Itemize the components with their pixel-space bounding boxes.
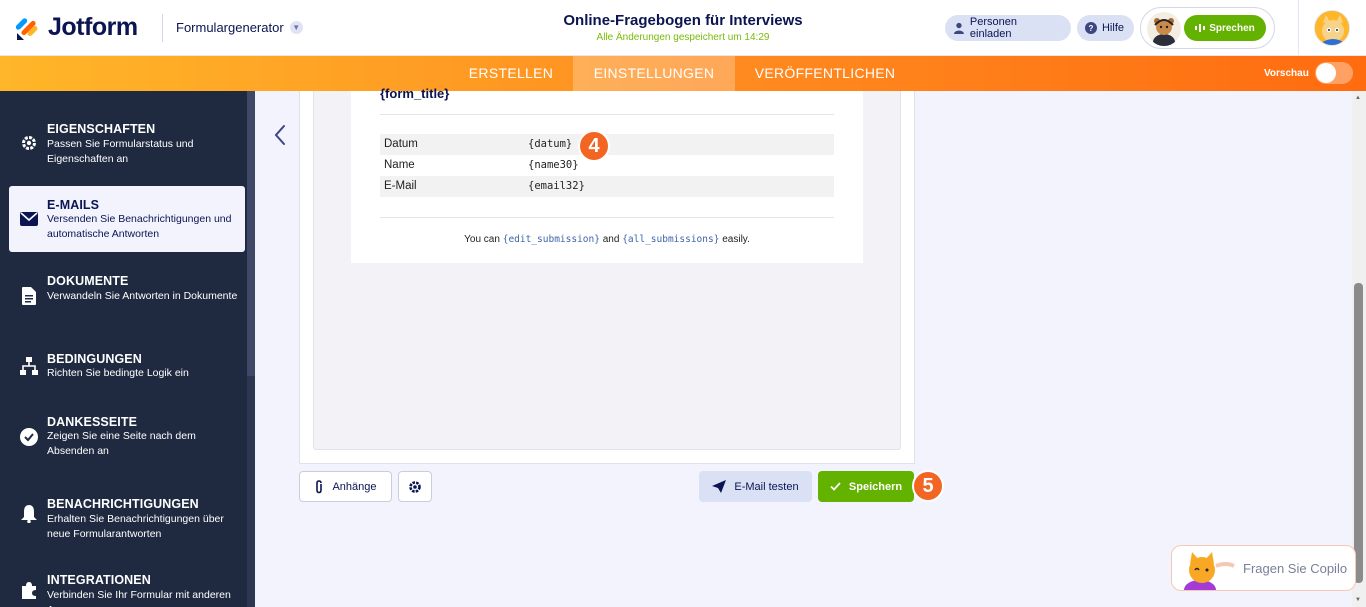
test-email-button[interactable]: E-Mail testen — [699, 471, 812, 502]
main-scrollbar-thumb[interactable] — [1354, 283, 1363, 583]
sidebar-item-integrations[interactable]: INTEGRATIONEN Verbinden Sie Ihr Formular… — [9, 559, 245, 607]
chevron-down-icon: ▼ — [289, 21, 303, 34]
logic-tree-icon — [20, 357, 38, 375]
agent-avatar — [1147, 12, 1181, 46]
tab-build[interactable]: ERSTELLEN — [456, 56, 566, 91]
divider — [380, 217, 834, 218]
paperclip-icon — [316, 479, 323, 493]
sidebar-item-title: DOKUMENTE — [47, 274, 129, 288]
table-row: E-Mail {email32} — [380, 176, 834, 197]
row-label: Name — [384, 159, 415, 171]
save-button[interactable]: Speichern — [818, 471, 914, 502]
copilot-button[interactable]: Fragen Sie Copilo — [1171, 545, 1356, 591]
all-submissions-tag: {all_submissions} — [622, 234, 720, 245]
row-value: {name30} — [528, 159, 579, 171]
builder-navbar: ERSTELLEN EINSTELLUNGEN VERÖFFENTLICHEN … — [0, 56, 1366, 91]
sidebar-item-title: E-MAILS — [47, 198, 100, 212]
user-avatar[interactable] — [1314, 10, 1350, 46]
sidebar-item-properties[interactable]: EIGENSCHAFTEN Passen Sie Formularstatus … — [9, 114, 245, 174]
header-divider-right — [1298, 0, 1299, 56]
email-preview-title: {form_title} — [380, 86, 450, 101]
sidebar-item-conditions[interactable]: BEDINGUNGEN Richten Sie bedingte Logik e… — [9, 341, 245, 391]
logo-text: Jotform — [48, 13, 138, 41]
row-label: E-Mail — [384, 180, 417, 192]
row-label: Datum — [384, 138, 418, 150]
sidebar-item-thank-you-page[interactable]: DANKESSEITE Zeigen Sie eine Seite nach d… — [9, 406, 245, 466]
footer-text: easily. — [722, 234, 750, 245]
waveform-icon — [1195, 24, 1206, 32]
question-icon: ? — [1085, 22, 1097, 34]
sidebar-item-desc: Versenden Sie Benachrichtigungen und aut… — [47, 213, 232, 240]
back-chevron-icon[interactable] — [270, 122, 290, 148]
bell-icon — [20, 505, 38, 523]
form-title-area: Online-Fragebogen für Interviews Alle Än… — [483, 12, 883, 43]
ai-agent-widget[interactable]: Sprechen — [1140, 7, 1275, 49]
row-value: {email32} — [528, 180, 585, 192]
user-icon — [953, 22, 964, 34]
puzzle-icon — [20, 581, 38, 599]
settings-sidebar: EIGENSCHAFTEN Passen Sie Formularstatus … — [0, 91, 255, 607]
scroll-down-icon[interactable]: ▼ — [1355, 597, 1361, 603]
invite-people-label: Personen einladen — [969, 16, 1017, 40]
sidebar-item-desc: Richten Sie bedingte Logik ein — [47, 367, 189, 379]
tab-publish[interactable]: VERÖFFENTLICHEN — [743, 56, 907, 91]
form-title[interactable]: Online-Fragebogen für Interviews — [483, 12, 883, 29]
check-circle-icon — [20, 428, 38, 446]
envelope-icon — [20, 210, 38, 228]
sidebar-item-desc: Erhalten Sie Benachrichtigungen über neu… — [47, 513, 224, 540]
divider — [380, 114, 834, 115]
sidebar-item-title: EIGENSCHAFTEN — [47, 122, 156, 136]
document-icon — [20, 287, 38, 305]
sidebar-item-desc: Passen Sie Formularstatus und Eigenschaf… — [47, 138, 194, 165]
top-header: Jotform Formulargenerator ▼ Online-Frage… — [0, 0, 1366, 56]
preview-label: Vorschau — [1264, 68, 1309, 79]
invite-people-button[interactable]: Personen einladen — [945, 15, 1071, 41]
step-badge-5: 5 — [912, 470, 944, 502]
edit-submission-tag: {edit_submission} — [502, 234, 600, 245]
sidebar-item-desc: Verwandeln Sie Antworten in Dokumente — [47, 290, 238, 302]
sidebar-item-notifications[interactable]: BENACHRICHTIGUNGEN Erhalten Sie Benachri… — [9, 483, 245, 543]
sidebar-item-documents[interactable]: DOKUMENTE Verwandeln Sie Antworten in Do… — [9, 263, 245, 323]
tab-settings[interactable]: EINSTELLUNGEN — [573, 56, 735, 91]
footer-text: You can — [464, 234, 500, 245]
help-label: Hilfe — [1101, 22, 1124, 34]
form-builder-dropdown[interactable]: Formulargenerator ▼ — [176, 20, 303, 35]
speak-label: Sprechen — [1209, 22, 1255, 34]
save-label: Speichern — [848, 480, 903, 493]
speak-button[interactable]: Sprechen — [1184, 15, 1266, 41]
gear-icon — [409, 480, 421, 493]
sidebar-item-desc: Zeigen Sie eine Seite nach dem Absenden … — [47, 430, 196, 457]
save-status: Alle Änderungen gespeichert um 14:29 — [596, 32, 770, 43]
scroll-up-icon[interactable]: ▲ — [1355, 95, 1361, 101]
copilot-label: Fragen Sie Copilo — [1243, 561, 1348, 576]
form-builder-label: Formulargenerator — [176, 20, 284, 35]
header-divider — [162, 14, 163, 42]
attachments-label: Anhänge — [332, 480, 377, 493]
footer-text: and — [602, 234, 620, 245]
step-badge-4: 4 — [578, 130, 610, 162]
sidebar-item-desc: Verbinden Sie Ihr Formular mit anderen A… — [47, 589, 231, 607]
test-email-label: E-Mail testen — [734, 480, 799, 493]
sidebar-scrollbar-thumb[interactable] — [247, 91, 255, 376]
sidebar-item-title: BEDINGUNGEN — [47, 352, 142, 366]
jotform-logo-icon — [16, 17, 38, 40]
copilot-cat-icon — [1184, 552, 1235, 590]
sidebar-item-emails[interactable]: E-MAILS Versenden Sie Benachrichtigungen… — [9, 186, 245, 252]
sidebar-item-title: DANKESSEITE — [47, 415, 138, 429]
toggle-knob — [1316, 63, 1336, 83]
email-preview-footer: You can {edit_submission} and {all_submi… — [380, 234, 834, 245]
table-row: Name {name30} — [380, 155, 834, 176]
sidebar-item-title: BENACHRICHTIGUNGEN — [47, 497, 199, 511]
gear-icon — [20, 134, 38, 152]
attachments-button[interactable]: Anhänge — [299, 471, 392, 502]
help-button[interactable]: ? Hilfe — [1077, 15, 1134, 41]
check-icon — [830, 482, 841, 491]
preview-toggle[interactable] — [1315, 62, 1353, 84]
email-settings-button[interactable] — [398, 471, 432, 502]
jotform-logo[interactable]: Jotform — [16, 13, 138, 42]
paper-plane-icon — [712, 480, 727, 493]
sidebar-item-title: INTEGRATIONEN — [47, 573, 151, 587]
row-value: {datum} — [528, 138, 573, 150]
